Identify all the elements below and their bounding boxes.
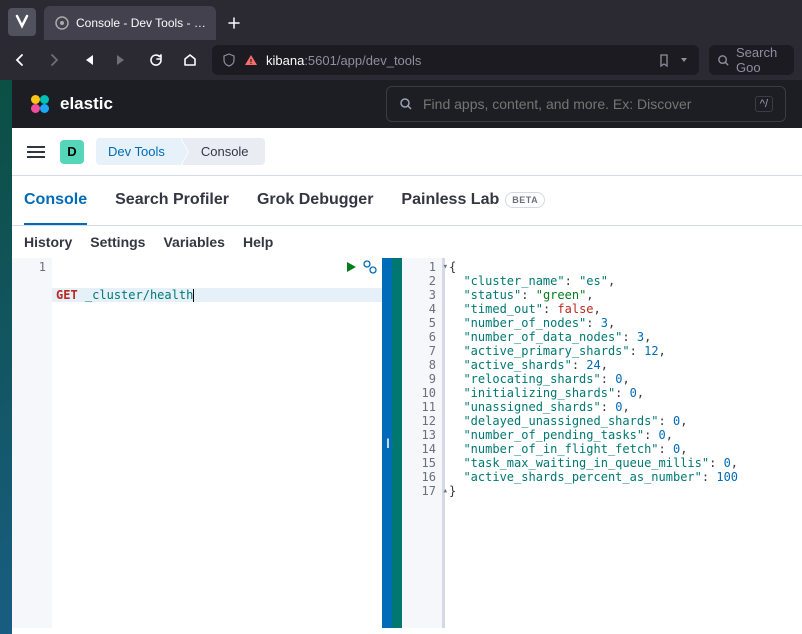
request-options-button[interactable] xyxy=(362,260,378,274)
dropdown-icon[interactable] xyxy=(679,55,689,65)
request-editor[interactable]: GET _cluster/health xyxy=(52,258,382,628)
response-viewer[interactable]: { "cluster_name": "es", "status": "green… xyxy=(445,258,802,628)
browser-tab-bar: Console - Dev Tools - Elasti xyxy=(0,0,802,40)
elastic-brand-text: elastic xyxy=(60,94,113,114)
search-icon xyxy=(399,97,413,111)
nav-toggle-button[interactable] xyxy=(24,140,48,164)
tab-favicon xyxy=(54,15,70,31)
elastic-logo[interactable]: elastic xyxy=(28,92,113,116)
console-toolbar: History Settings Variables Help xyxy=(12,226,802,258)
response-panel: 1234567891011121314151617 { "cluster_nam… xyxy=(402,258,802,628)
response-gutter: 1234567891011121314151617 xyxy=(402,258,442,628)
warning-icon xyxy=(244,53,258,67)
panel-accent xyxy=(392,258,402,628)
search-icon xyxy=(717,54,730,67)
rewind-button[interactable] xyxy=(76,48,100,72)
back-button[interactable] xyxy=(8,48,32,72)
devtools-tabs: Console Search Profiler Grok Debugger Painl… xyxy=(12,176,802,226)
toolbar-variables[interactable]: Variables xyxy=(163,234,225,250)
reload-button[interactable] xyxy=(144,48,168,72)
vivaldi-logo[interactable] xyxy=(8,8,36,36)
panel-splitter[interactable]: || xyxy=(382,258,392,628)
breadcrumb-devtools[interactable]: Dev Tools xyxy=(96,138,181,165)
breadcrumbs: Dev Tools Console xyxy=(96,138,265,165)
space-selector[interactable]: D xyxy=(60,140,84,164)
shield-icon xyxy=(222,53,236,67)
breadcrumb-console[interactable]: Console xyxy=(181,138,265,165)
tab-search-profiler[interactable]: Search Profiler xyxy=(115,177,229,225)
bookmark-icon[interactable] xyxy=(657,53,671,67)
search-placeholder: Search Goo xyxy=(736,45,786,75)
global-search[interactable]: ^/ xyxy=(386,86,786,122)
tab-title: Console - Dev Tools - Elasti xyxy=(76,16,206,30)
tab-console[interactable]: Console xyxy=(24,177,87,225)
breadcrumb-bar: D Dev Tools Console xyxy=(12,128,802,176)
browser-nav-bar: kibana:5601/app/dev_tools Search Goo xyxy=(0,40,802,80)
request-panel: 1 GET _cluster/health xyxy=(12,258,382,628)
new-tab-button[interactable] xyxy=(220,9,248,37)
browser-tab[interactable]: Console - Dev Tools - Elasti xyxy=(44,6,216,40)
tab-painless-lab[interactable]: Painless LabBETA xyxy=(401,177,545,225)
global-search-input[interactable] xyxy=(423,96,745,112)
url-bar[interactable]: kibana:5601/app/dev_tools xyxy=(212,45,699,75)
tab-grok-debugger[interactable]: Grok Debugger xyxy=(257,177,373,225)
toolbar-help[interactable]: Help xyxy=(243,234,273,250)
fastforward-button[interactable] xyxy=(110,48,134,72)
home-button[interactable] xyxy=(178,48,202,72)
browser-search[interactable]: Search Goo xyxy=(709,45,794,75)
editor-area: 1 GET _cluster/health || 123456789101112… xyxy=(12,258,802,628)
url-text: kibana:5601/app/dev_tools xyxy=(266,53,649,68)
beta-badge: BETA xyxy=(505,192,545,208)
toolbar-history[interactable]: History xyxy=(24,234,72,250)
elastic-logo-icon xyxy=(28,92,52,116)
send-request-button[interactable] xyxy=(344,260,358,274)
request-gutter: 1 xyxy=(12,258,52,628)
toolbar-settings[interactable]: Settings xyxy=(90,234,145,250)
kbd-shortcut: ^/ xyxy=(755,96,773,112)
kibana-header: elastic ^/ xyxy=(12,80,802,128)
forward-button[interactable] xyxy=(42,48,66,72)
